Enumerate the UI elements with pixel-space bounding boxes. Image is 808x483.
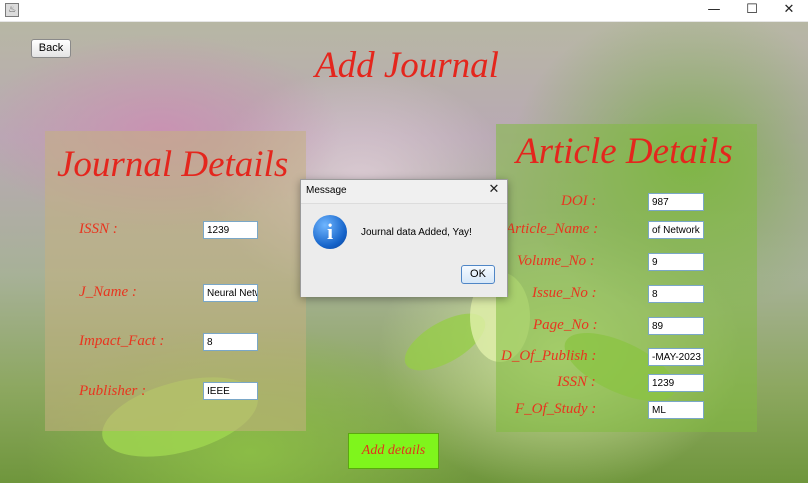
journal-issn-field[interactable]: 1239: [203, 221, 258, 239]
add-details-button[interactable]: Add details: [348, 433, 439, 469]
publisher-field[interactable]: IEEE: [203, 382, 258, 400]
field-of-study-label: F_Of_Study :: [515, 401, 597, 417]
article-issn-field[interactable]: 1239: [648, 374, 704, 392]
journal-name-label: J_Name :: [79, 284, 137, 300]
ok-button[interactable]: OK: [461, 265, 495, 284]
page-no-field[interactable]: 89: [648, 317, 704, 335]
publisher-label: Publisher :: [79, 383, 147, 399]
doi-label: DOI :: [561, 193, 597, 209]
article-name-label: Article_Name :: [506, 221, 599, 237]
volume-no-label: Volume_No :: [517, 253, 595, 269]
info-icon: i: [313, 215, 347, 249]
impact-factor-label: Impact_Fact :: [79, 333, 165, 349]
dialog-body: i Journal data Added, Yay! OK: [301, 203, 507, 297]
java-cup-icon: ♨: [5, 3, 19, 17]
dialog-close-icon[interactable]: ✕: [485, 181, 503, 199]
journal-details-title: Journal Details: [57, 144, 289, 185]
article-details-title: Article Details: [516, 131, 733, 172]
article-name-field[interactable]: of Network: [648, 221, 704, 239]
volume-no-field[interactable]: 9: [648, 253, 704, 271]
doi-field[interactable]: 987: [648, 193, 704, 211]
page-no-label: Page_No :: [533, 317, 598, 333]
message-dialog: Message ✕ i Journal data Added, Yay! OK: [300, 179, 508, 297]
back-button[interactable]: Back: [31, 39, 71, 58]
close-window-button[interactable]: ✕: [772, 0, 806, 21]
date-of-publish-label: D_Of_Publish :: [501, 348, 597, 364]
journal-issn-label: ISSN :: [79, 221, 118, 237]
journal-name-field[interactable]: Neural Netw: [203, 284, 258, 302]
field-of-study-field[interactable]: ML: [648, 401, 704, 419]
dialog-message: Journal data Added, Yay!: [361, 227, 472, 238]
article-details-panel: Article Details DOI : 987 Article_Name :…: [496, 124, 757, 432]
page-title: Add Journal: [315, 45, 499, 86]
issue-no-field[interactable]: 8: [648, 285, 704, 303]
date-of-publish-field[interactable]: -MAY-2023: [648, 348, 704, 366]
issue-no-label: Issue_No :: [532, 285, 597, 301]
maximize-button[interactable]: ☐: [735, 0, 769, 21]
article-issn-label: ISSN :: [557, 374, 596, 390]
minimize-button[interactable]: —: [697, 0, 731, 21]
dialog-title: Message: [306, 185, 347, 196]
impact-factor-field[interactable]: 8: [203, 333, 258, 351]
journal-details-panel: Journal Details ISSN : 1239 J_Name : Neu…: [45, 131, 306, 431]
window-title-bar: ♨ — ☐ ✕: [0, 0, 808, 22]
